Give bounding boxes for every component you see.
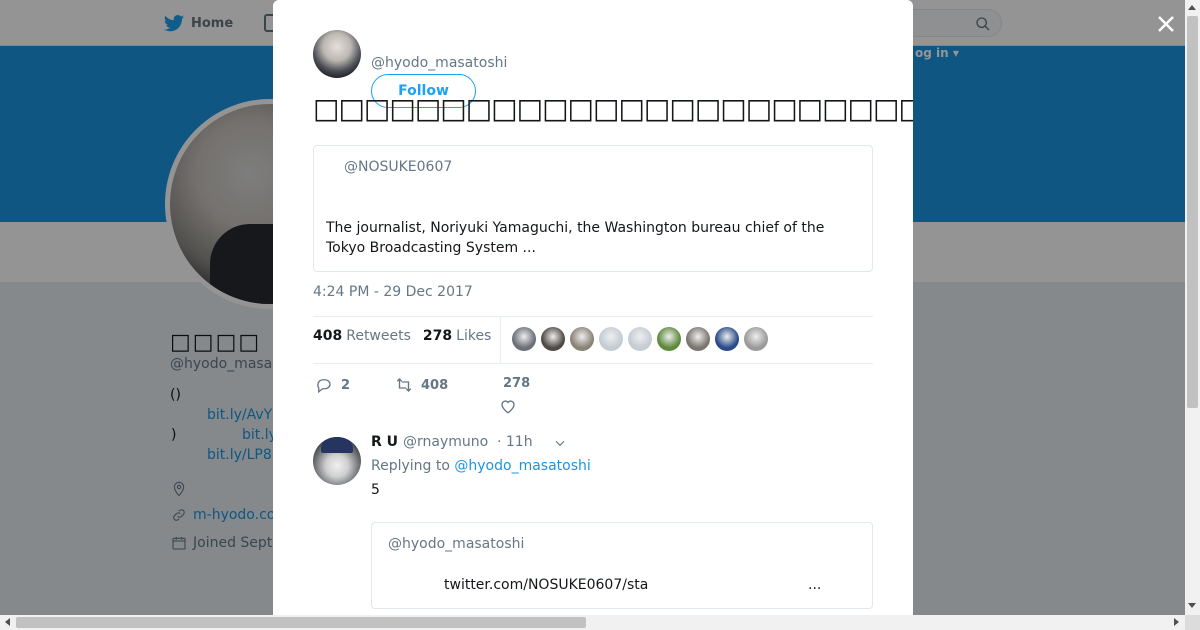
liker-avatar[interactable] <box>541 327 565 351</box>
quoted-tweet-text: The journalist, Noriyuki Yamaguchi, the … <box>326 220 825 256</box>
reply-icon <box>317 379 331 394</box>
reply-count: 2 <box>341 377 351 393</box>
retweets-label: Retweets <box>346 328 411 344</box>
likers-avatar-list <box>512 327 768 351</box>
divider <box>313 363 873 364</box>
retweet-action[interactable]: 408 <box>395 376 448 394</box>
horizontal-scroll-thumb[interactable] <box>16 617 586 628</box>
liker-avatar[interactable] <box>628 327 652 351</box>
liker-avatar[interactable] <box>715 327 739 351</box>
reply-quoted-handle: @hyodo_masatoshi <box>388 536 525 552</box>
likes-count: 278 <box>422 328 453 344</box>
quoted-tweet-handle: @NOSUKE0607 <box>344 159 453 175</box>
replying-to-prefix: Replying to <box>371 458 450 474</box>
like-action[interactable]: 278 <box>501 376 531 415</box>
reply-timestamp[interactable]: · 11h <box>497 434 533 450</box>
liker-avatar[interactable] <box>744 327 768 351</box>
chevron-down-icon[interactable] <box>553 436 567 450</box>
scroll-right-arrow[interactable] <box>1174 618 1179 626</box>
retweet-count: 408 <box>421 377 449 393</box>
vertical-scrollbar[interactable] <box>1185 0 1200 615</box>
scrollbar-corner <box>1185 615 1200 630</box>
reply-author-name[interactable]: R U <box>371 434 398 450</box>
retweets-count: 408 <box>313 328 343 344</box>
reply-action[interactable]: 2 <box>315 376 350 394</box>
liker-avatar[interactable] <box>512 327 536 351</box>
liker-avatar[interactable] <box>657 327 681 351</box>
retweets-stat[interactable]: 408 Retweets <box>313 328 411 344</box>
replying-to-link[interactable]: @hyodo_masatoshi <box>454 458 590 474</box>
tweet-stats: 408 Retweets 278 Likes <box>313 328 491 344</box>
stats-separator <box>500 317 501 363</box>
reply-author-handle[interactable]: @rnaymuno <box>403 434 488 450</box>
reply-quoted-tweet-card[interactable]: @hyodo_masatoshi twitter.com/NOSUKE0607/… <box>371 522 873 609</box>
liker-avatar[interactable] <box>686 327 710 351</box>
reply-quoted-link[interactable]: twitter.com/NOSUKE0607/sta <box>444 577 648 593</box>
author-handle[interactable]: @hyodo_masatoshi <box>371 55 507 71</box>
reply-quoted-ellipsis: ... <box>808 577 822 593</box>
heart-icon <box>501 400 515 414</box>
likes-label: Likes <box>456 328 492 344</box>
reply-author-avatar[interactable] <box>313 437 361 485</box>
author-avatar[interactable] <box>313 30 361 78</box>
likes-stat[interactable]: 278 Likes <box>423 328 491 344</box>
tweet-timestamp[interactable]: 4:24 PM - 29 Dec 2017 <box>313 284 473 300</box>
replying-to-line: Replying to @hyodo_masatoshi <box>371 458 591 474</box>
reply-text: 5 <box>371 482 380 498</box>
scroll-down-arrow[interactable] <box>1188 603 1196 608</box>
vertical-scroll-thumb[interactable] <box>1187 16 1198 408</box>
scroll-up-arrow[interactable] <box>1188 5 1196 10</box>
horizontal-scrollbar[interactable] <box>0 615 1185 630</box>
tweet-text: □□□□□□□□□□□□□□□□□□□□□□□□□□□□□□□□□□□□□□□□… <box>313 92 913 125</box>
like-count: 278 <box>503 376 531 391</box>
divider <box>313 316 873 317</box>
quoted-tweet-card[interactable]: @NOSUKE0607 The journalist, Noriyuki Yam… <box>313 145 873 272</box>
close-modal-button[interactable] <box>1154 12 1178 36</box>
liker-avatar[interactable] <box>599 327 623 351</box>
retweet-icon <box>396 378 412 392</box>
close-icon <box>1158 16 1174 32</box>
tweet-modal: @hyodo_masatoshi Follow □□□□□□□□□□□□□□□□… <box>273 0 913 615</box>
liker-avatar[interactable] <box>570 327 594 351</box>
scroll-left-arrow[interactable] <box>5 618 10 626</box>
